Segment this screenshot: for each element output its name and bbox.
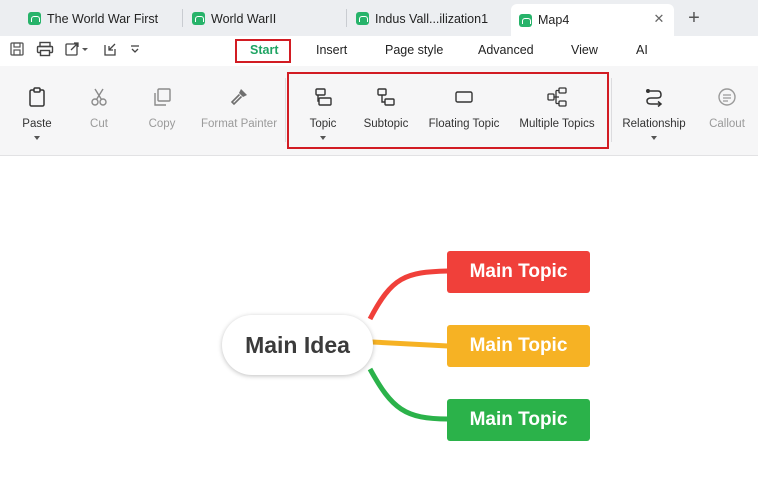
branch-line-1 bbox=[367, 268, 449, 321]
chevron-down-icon[interactable] bbox=[34, 136, 40, 140]
save-icon[interactable] bbox=[8, 41, 26, 59]
export-dropdown-icon[interactable] bbox=[64, 41, 90, 59]
branch-line-2 bbox=[371, 339, 449, 349]
mindmap-app-icon bbox=[356, 12, 369, 25]
callout-icon bbox=[718, 88, 736, 106]
ribbon-divider bbox=[285, 78, 286, 142]
menu-bar: Start Insert Page style Advanced View AI bbox=[0, 36, 758, 66]
menu-advanced[interactable]: Advanced bbox=[478, 43, 534, 57]
mindmap-canvas[interactable]: Main Idea Main Topic Main Topic Main Top… bbox=[0, 157, 758, 483]
quick-access-more-icon[interactable] bbox=[126, 41, 144, 59]
branch-line-3 bbox=[367, 367, 449, 422]
copy-button[interactable]: Copy bbox=[140, 86, 184, 146]
clipboard-icon bbox=[29, 87, 45, 107]
cut-button[interactable]: Cut bbox=[78, 86, 120, 146]
new-tab-button[interactable]: + bbox=[684, 6, 704, 30]
tab-document-4-active[interactable]: Map4 ✕ bbox=[511, 4, 674, 36]
main-topic-node-1[interactable]: Main Topic bbox=[447, 251, 590, 293]
menu-view[interactable]: View bbox=[571, 43, 598, 57]
copy-icon bbox=[154, 88, 171, 106]
tab-separator bbox=[182, 9, 183, 27]
tab-document-2[interactable]: World WarII bbox=[192, 5, 276, 32]
tab-document-3[interactable]: Indus Vall...ilization1 bbox=[356, 5, 488, 32]
mindmap-app-icon bbox=[192, 12, 205, 25]
callout-label: Callout bbox=[709, 118, 745, 130]
print-icon[interactable] bbox=[36, 41, 54, 59]
format-painter-label: Format Painter bbox=[200, 118, 278, 130]
paste-button[interactable]: Paste bbox=[14, 86, 60, 146]
menu-page-style[interactable]: Page style bbox=[385, 43, 443, 57]
topic-tools-highlight-box bbox=[287, 72, 609, 149]
import-icon[interactable] bbox=[101, 41, 119, 59]
menu-insert[interactable]: Insert bbox=[316, 43, 347, 57]
tab-label: Map4 bbox=[538, 13, 570, 27]
close-tab-icon[interactable]: ✕ bbox=[652, 12, 666, 26]
paint-brush-icon bbox=[230, 89, 247, 106]
ribbon-divider bbox=[611, 78, 612, 142]
tab-label: World WarII bbox=[211, 11, 277, 26]
start-tab-highlight-box bbox=[235, 39, 291, 63]
tab-separator bbox=[346, 9, 347, 27]
relationship-button[interactable]: Relationship bbox=[619, 86, 689, 146]
mindmap-app-icon bbox=[28, 12, 41, 25]
tab-label: Indus Vall...ilization1 bbox=[375, 11, 489, 26]
chevron-down-icon[interactable] bbox=[651, 136, 657, 140]
scissors-icon bbox=[91, 88, 107, 106]
copy-label: Copy bbox=[148, 118, 176, 130]
format-painter-button[interactable]: Format Painter bbox=[198, 86, 280, 146]
tab-label: The World War First bbox=[47, 11, 159, 26]
relationship-label: Relationship bbox=[622, 118, 686, 130]
tab-document-1[interactable]: The World War First bbox=[28, 5, 158, 32]
main-topic-node-2[interactable]: Main Topic bbox=[447, 325, 590, 367]
tab-bar: The World War First World WarII Indus Va… bbox=[0, 0, 758, 36]
main-topic-node-3[interactable]: Main Topic bbox=[447, 399, 590, 441]
callout-button[interactable]: Callout bbox=[704, 86, 750, 146]
paste-label: Paste bbox=[22, 118, 52, 130]
menu-ai[interactable]: AI bbox=[636, 43, 648, 57]
mindmap-app-icon bbox=[519, 13, 532, 27]
relationship-icon bbox=[646, 89, 663, 108]
branch-connectors bbox=[367, 268, 449, 422]
main-idea-node[interactable]: Main Idea bbox=[222, 315, 373, 375]
cut-label: Cut bbox=[90, 118, 108, 130]
